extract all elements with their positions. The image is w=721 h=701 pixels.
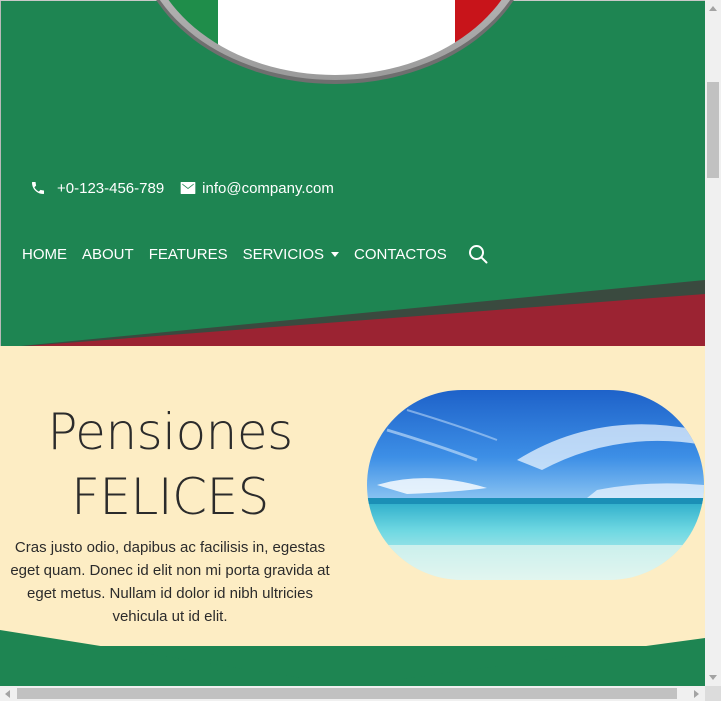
- contact-bar: +0-123-456-789 info@company.com: [30, 177, 334, 199]
- email-address[interactable]: info@company.com: [202, 180, 334, 197]
- phone-number[interactable]: +0-123-456-789: [57, 180, 164, 197]
- envelope-icon: [180, 180, 196, 196]
- nav-features[interactable]: FEATURES: [149, 246, 228, 263]
- nav-servicios-label: SERVICIOS: [242, 245, 325, 263]
- site-logo[interactable]: [0, 0, 705, 110]
- caret-down-icon: [331, 252, 340, 257]
- main-nav: HOME ABOUT FEATURES SERVICIOS CONTACTOS: [22, 242, 489, 266]
- scroll-left-arrow-icon[interactable]: [5, 690, 10, 698]
- vertical-scroll-thumb[interactable]: [707, 82, 719, 178]
- nav-servicios-dropdown[interactable]: SERVICIOS: [242, 245, 340, 263]
- search-icon[interactable]: [467, 243, 489, 265]
- scroll-down-arrow-icon[interactable]: [709, 675, 717, 680]
- decorative-bottom-band: [0, 630, 705, 686]
- hero-title-line1: Pensiones: [47, 403, 293, 461]
- horizontal-scrollbar[interactable]: [0, 686, 705, 701]
- scroll-up-arrow-icon[interactable]: [709, 6, 717, 11]
- phone-icon: [30, 180, 46, 196]
- scroll-right-arrow-icon[interactable]: [694, 690, 699, 698]
- nav-contactos[interactable]: CONTACTOS: [354, 246, 447, 263]
- hero-description: Cras justo odio, dapibus ac facilisis in…: [10, 539, 330, 625]
- nav-about[interactable]: ABOUT: [82, 246, 134, 263]
- nav-home[interactable]: HOME: [22, 246, 67, 263]
- page-viewport: +0-123-456-789 info@company.com HOME ABO…: [0, 0, 705, 686]
- scrollbar-corner: [705, 686, 721, 701]
- beach-photo: [367, 390, 704, 580]
- vertical-scrollbar[interactable]: [705, 0, 721, 686]
- hero-section: Pensiones FELICES Cras justo odio, dapib…: [0, 346, 705, 646]
- hero-title-line2: FELICES: [71, 468, 269, 526]
- horizontal-scroll-thumb[interactable]: [17, 688, 677, 699]
- decorative-diagonal-bands: [0, 280, 705, 348]
